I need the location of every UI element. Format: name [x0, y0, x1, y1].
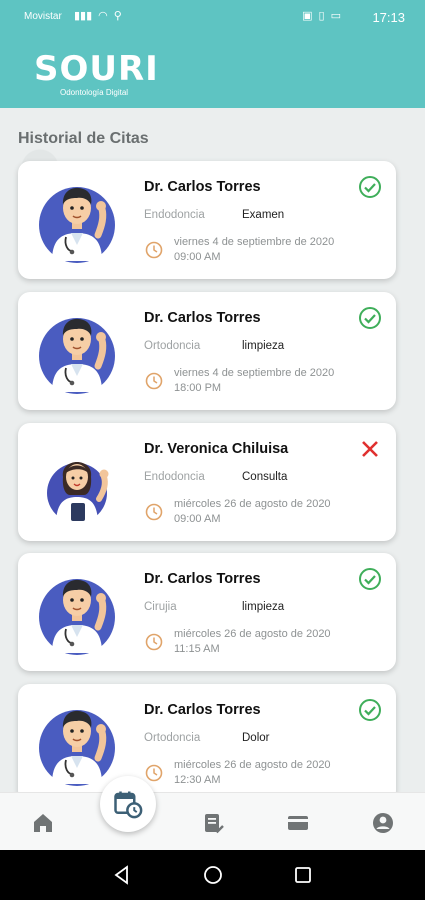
appointment-datetime: miércoles 26 de agosto de 2020 09:00 AM	[174, 497, 331, 527]
doctor-name: Dr. Veronica Chiluisa	[144, 441, 289, 457]
specialty-label: Cirujia	[144, 601, 177, 613]
home-icon[interactable]	[31, 811, 55, 835]
recents-icon[interactable]	[292, 864, 314, 886]
check-circle-icon	[358, 698, 382, 722]
doctor-avatar	[38, 698, 116, 788]
battery-icon: ▭	[330, 10, 341, 22]
clock-icon	[145, 764, 163, 782]
specialty-label: Ortodoncia	[144, 340, 201, 352]
app-tagline: Odontología Digital	[60, 88, 129, 97]
doctor-name: Dr. Carlos Torres	[144, 702, 261, 718]
appointment-date: miércoles 26 de agosto de 2020	[174, 759, 331, 771]
reason-label: limpieza	[242, 601, 285, 613]
vibrate-icon: ▯	[318, 10, 325, 22]
bottom-navigation	[0, 792, 425, 850]
check-circle-icon	[358, 306, 382, 330]
status-icons-right: ▣ ▯ ▭	[302, 9, 341, 22]
app-logo: SOURI Odontología Digital	[34, 49, 159, 97]
nfc-icon: ▣	[302, 10, 313, 22]
check-circle-icon	[358, 175, 382, 199]
appointment-card[interactable]: Dr. Carlos Torres Endodoncia Examen vier…	[18, 161, 396, 279]
appointment-card[interactable]: Dr. Veronica Chiluisa Endodoncia Consult…	[18, 423, 396, 541]
calendar-clock-icon	[114, 791, 143, 819]
doctor-avatar	[38, 567, 116, 657]
appointment-date: viernes 4 de septiembre de 2020	[174, 367, 335, 379]
doctor-name: Dr. Carlos Torres	[144, 179, 261, 195]
reason-label: Examen	[242, 209, 285, 221]
clock-icon	[145, 633, 163, 651]
doctor-avatar	[38, 437, 116, 527]
clock-icon	[145, 241, 163, 259]
check-circle-icon	[358, 567, 382, 591]
appointment-time: 12:30 AM	[174, 774, 221, 786]
reason-label: Dolor	[242, 732, 270, 744]
appointment-time: 11:15 AM	[174, 643, 220, 655]
clock-icon	[145, 503, 163, 521]
checklist-icon[interactable]	[201, 811, 225, 835]
credit-card-icon[interactable]	[286, 811, 310, 835]
page-title: Historial de Citas	[18, 130, 149, 147]
back-icon[interactable]	[111, 864, 133, 886]
status-icons-left: ▮▮▮ ◠ ⚲	[74, 9, 122, 22]
app-header: SOURI Odontología Digital	[0, 36, 425, 108]
appointment-card[interactable]: Dr. Carlos Torres Ortodoncia limpieza vi…	[18, 292, 396, 410]
signal-icon: ▮▮▮	[74, 10, 93, 22]
specialty-label: Endodoncia	[144, 209, 205, 221]
status-bar: Movistar ▮▮▮ ◠ ⚲ ▣ ▯ ▭ 17:13	[0, 0, 425, 36]
appointment-datetime: viernes 4 de septiembre de 2020 09:00 AM	[174, 235, 334, 265]
doctor-avatar	[38, 306, 116, 396]
carrier-label: Movistar	[24, 11, 62, 22]
usb-icon: ⚲	[113, 10, 122, 22]
appointment-datetime: miércoles 26 de agosto de 2020 11:15 AM	[174, 627, 331, 657]
specialty-label: Endodoncia	[144, 471, 205, 483]
app-brand: SOURI	[34, 49, 159, 89]
close-icon	[358, 437, 382, 461]
appointment-time: 09:00 AM	[174, 251, 221, 263]
reason-label: Consulta	[242, 471, 288, 483]
clock-icon	[145, 372, 163, 390]
appointment-time: 09:00 AM	[174, 513, 221, 525]
doctor-name: Dr. Carlos Torres	[144, 310, 261, 326]
appointment-date: miércoles 26 de agosto de 2020	[174, 628, 331, 640]
appointment-datetime: viernes 4 de septiembre de 2020 18:00 PM	[174, 366, 334, 396]
specialty-label: Ortodoncia	[144, 732, 201, 744]
appointment-datetime: miércoles 26 de agosto de 2020 12:30 AM	[174, 758, 331, 788]
appointment-date: miércoles 26 de agosto de 2020	[174, 498, 331, 510]
status-time: 17:13	[372, 10, 405, 25]
reason-label: limpieza	[242, 340, 285, 352]
calendar-tab-button[interactable]	[100, 776, 156, 832]
home-system-icon[interactable]	[202, 864, 224, 886]
appointment-card[interactable]: Dr. Carlos Torres Ortodoncia Dolor miérc…	[18, 684, 396, 792]
user-icon[interactable]	[371, 811, 395, 835]
appointment-date: viernes 4 de septiembre de 2020	[174, 236, 335, 248]
wifi-icon: ◠	[98, 10, 108, 22]
doctor-avatar	[38, 175, 116, 265]
system-navigation	[0, 850, 425, 900]
appointment-history: Historial de Citas Dr. Carlos Torres End…	[0, 108, 425, 792]
appointment-card[interactable]: Dr. Carlos Torres Cirujia limpieza miérc…	[18, 553, 396, 671]
doctor-name: Dr. Carlos Torres	[144, 571, 261, 587]
appointment-time: 18:00 PM	[174, 382, 222, 394]
